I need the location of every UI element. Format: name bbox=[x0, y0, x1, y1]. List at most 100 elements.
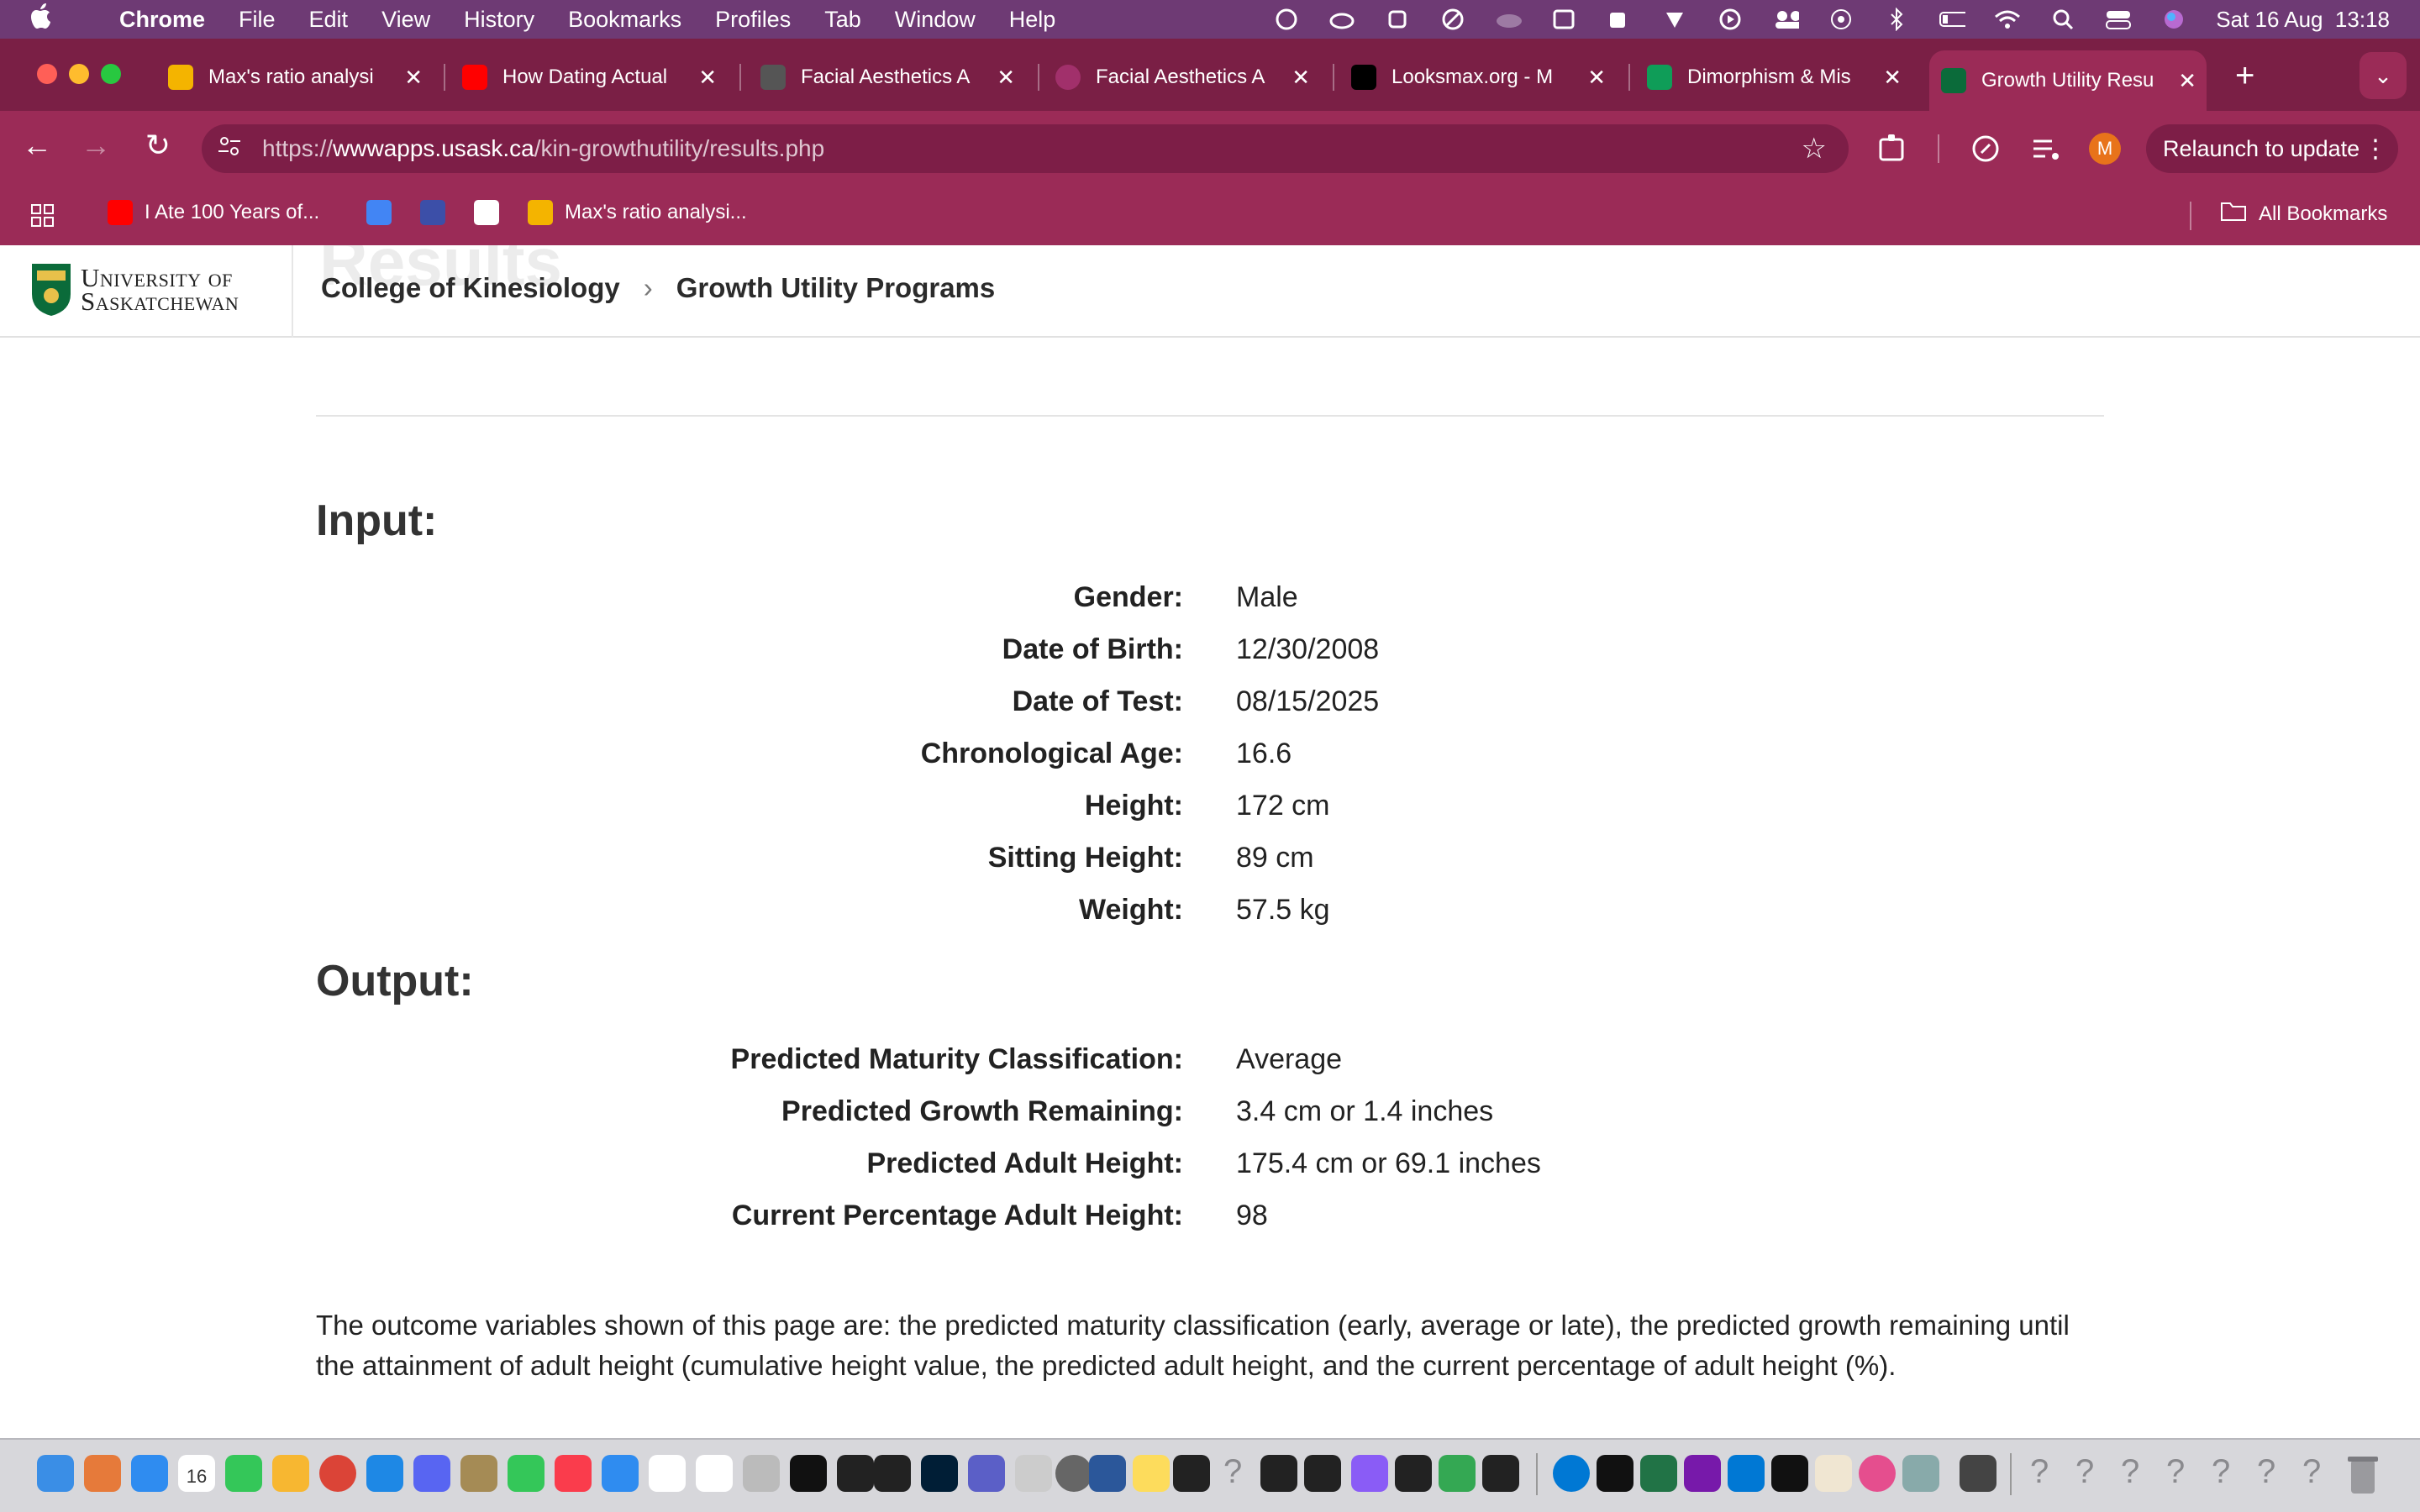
tab-5[interactable]: Looksmax.org - M ✕ bbox=[1351, 50, 1616, 104]
tab-6[interactable]: Dimorphism & Mis ✕ bbox=[1647, 50, 1912, 104]
profile-avatar[interactable]: M bbox=[2089, 133, 2121, 165]
app-icon[interactable] bbox=[1815, 1455, 1852, 1492]
unknown-app-icon[interactable]: ? bbox=[2030, 1453, 2049, 1491]
unknown-app-icon[interactable]: ? bbox=[2302, 1453, 2321, 1491]
bookmark-item-3[interactable] bbox=[420, 200, 457, 225]
close-tab-icon[interactable]: ✕ bbox=[698, 65, 717, 91]
app-icon[interactable] bbox=[1015, 1455, 1052, 1492]
address-bar[interactable]: https:// wwwapps.usask.ca /kin-growthuti… bbox=[202, 124, 1849, 173]
notes-icon[interactable] bbox=[1133, 1455, 1170, 1492]
unknown-app-icon[interactable]: ? bbox=[2257, 1453, 2275, 1491]
terminal-icon[interactable] bbox=[1260, 1455, 1297, 1492]
status-app-icon[interactable] bbox=[1273, 6, 1300, 33]
menu-edit[interactable]: Edit bbox=[309, 7, 349, 33]
teams-icon[interactable] bbox=[968, 1455, 1005, 1492]
launchpad-icon[interactable] bbox=[84, 1455, 121, 1492]
airdrop-icon[interactable] bbox=[1828, 6, 1854, 33]
creative-cloud-icon[interactable] bbox=[1859, 1455, 1896, 1492]
university-logo[interactable]: University of Saskatchewan bbox=[30, 262, 239, 318]
cloud-sync-icon[interactable] bbox=[1328, 6, 1355, 33]
close-tab-icon[interactable]: ✕ bbox=[404, 65, 423, 91]
music-icon[interactable] bbox=[555, 1455, 592, 1492]
edge-icon[interactable] bbox=[1553, 1455, 1590, 1492]
apple-menu-icon[interactable] bbox=[30, 3, 67, 36]
tab-search-button[interactable]: ⌄ bbox=[2360, 52, 2407, 99]
more-menu-icon[interactable]: ⋮ bbox=[2363, 134, 2388, 164]
relaunch-to-update-button[interactable]: Relaunch to update ⋮ bbox=[2146, 124, 2398, 173]
terminal-icon[interactable] bbox=[1304, 1455, 1341, 1492]
onenote-icon[interactable] bbox=[1684, 1455, 1721, 1492]
menu-help[interactable]: Help bbox=[1009, 7, 1056, 33]
vpn-icon[interactable] bbox=[1661, 6, 1688, 33]
unknown-app-icon[interactable]: ? bbox=[1223, 1453, 1242, 1491]
menu-app-name[interactable]: Chrome bbox=[119, 7, 205, 33]
status-app-icon[interactable] bbox=[1439, 6, 1466, 33]
close-tab-icon[interactable]: ✕ bbox=[997, 65, 1015, 91]
facetime-icon[interactable] bbox=[508, 1455, 544, 1492]
extensions-icon[interactable] bbox=[1876, 131, 1909, 169]
apple-tv-icon[interactable] bbox=[790, 1455, 827, 1492]
discord-icon[interactable] bbox=[413, 1455, 450, 1492]
numbers-icon[interactable] bbox=[1439, 1455, 1476, 1492]
terminal-icon[interactable] bbox=[1173, 1455, 1210, 1492]
maps-icon[interactable] bbox=[366, 1455, 403, 1492]
bookmark-item-1[interactable]: I Ate 100 Years of... bbox=[108, 200, 319, 225]
freeform-icon[interactable] bbox=[696, 1455, 733, 1492]
unknown-app-icon[interactable]: ? bbox=[2166, 1453, 2185, 1491]
mail-icon[interactable] bbox=[602, 1455, 639, 1492]
menu-bookmarks[interactable]: Bookmarks bbox=[568, 7, 681, 33]
close-tab-icon[interactable]: ✕ bbox=[1587, 65, 1606, 91]
terminal-icon[interactable] bbox=[1482, 1455, 1519, 1492]
chrome-icon[interactable] bbox=[319, 1455, 356, 1492]
reload-icon[interactable]: ↻ bbox=[138, 128, 178, 163]
outlook-icon[interactable] bbox=[1728, 1455, 1765, 1492]
unknown-app-icon[interactable]: ? bbox=[2075, 1453, 2094, 1491]
calculator-icon[interactable] bbox=[1960, 1455, 1996, 1492]
back-arrow-icon[interactable]: ← bbox=[17, 128, 57, 163]
menu-tab[interactable]: Tab bbox=[824, 7, 861, 33]
control-center-icon[interactable] bbox=[2105, 6, 2132, 33]
chatgpt-icon[interactable] bbox=[1771, 1455, 1808, 1492]
messages-icon[interactable] bbox=[225, 1455, 262, 1492]
extension-app-icon[interactable] bbox=[1970, 133, 2002, 169]
window-close-button[interactable] bbox=[37, 64, 57, 84]
reminders-icon[interactable] bbox=[649, 1455, 686, 1492]
vpn-app-icon[interactable] bbox=[1351, 1455, 1388, 1492]
terminal-icon[interactable] bbox=[837, 1455, 874, 1492]
people-icon[interactable] bbox=[1772, 6, 1800, 33]
apps-grid-icon[interactable] bbox=[30, 203, 55, 234]
bookmark-item-5[interactable]: Max's ratio analysi... bbox=[528, 200, 747, 225]
menu-profiles[interactable]: Profiles bbox=[715, 7, 791, 33]
terminal-icon[interactable] bbox=[1597, 1455, 1634, 1492]
word-icon[interactable] bbox=[1089, 1455, 1126, 1492]
app-icon[interactable] bbox=[1902, 1455, 1939, 1492]
close-tab-icon[interactable]: ✕ bbox=[2178, 68, 2196, 94]
terminal-icon[interactable] bbox=[1395, 1455, 1432, 1492]
terminal-icon[interactable] bbox=[874, 1455, 911, 1492]
forward-arrow-icon[interactable]: → bbox=[76, 128, 116, 163]
menu-history[interactable]: History bbox=[464, 7, 534, 33]
photos-icon[interactable] bbox=[272, 1455, 309, 1492]
outlook-status-icon[interactable] bbox=[1550, 6, 1577, 33]
menu-window[interactable]: Window bbox=[895, 7, 976, 33]
new-tab-icon[interactable]: + bbox=[2235, 57, 2254, 95]
tab-1[interactable]: Max's ratio analysi ✕ bbox=[168, 50, 433, 104]
app-store-icon[interactable] bbox=[131, 1455, 168, 1492]
menu-file[interactable]: File bbox=[239, 7, 276, 33]
icloud-icon[interactable] bbox=[1495, 6, 1523, 33]
bookmark-item-2[interactable] bbox=[366, 200, 403, 225]
site-info-icon[interactable] bbox=[217, 134, 242, 165]
tab-2[interactable]: How Dating Actual ✕ bbox=[462, 50, 727, 104]
breadcrumb-program-link[interactable]: Growth Utility Programs bbox=[676, 272, 996, 304]
menu-view[interactable]: View bbox=[381, 7, 430, 33]
spotlight-search-icon[interactable] bbox=[2049, 6, 2076, 33]
window-minimize-button[interactable] bbox=[69, 64, 89, 84]
window-zoom-button[interactable] bbox=[101, 64, 121, 84]
bookmark-item-4[interactable] bbox=[474, 200, 511, 225]
unknown-app-icon[interactable]: ? bbox=[2212, 1453, 2230, 1491]
media-control-icon[interactable] bbox=[2030, 133, 2062, 169]
status-app-icon[interactable] bbox=[1384, 6, 1411, 33]
breadcrumb-college-link[interactable]: College of Kinesiology bbox=[321, 272, 620, 304]
system-settings-icon[interactable] bbox=[1055, 1455, 1092, 1492]
excel-icon[interactable] bbox=[1640, 1455, 1677, 1492]
